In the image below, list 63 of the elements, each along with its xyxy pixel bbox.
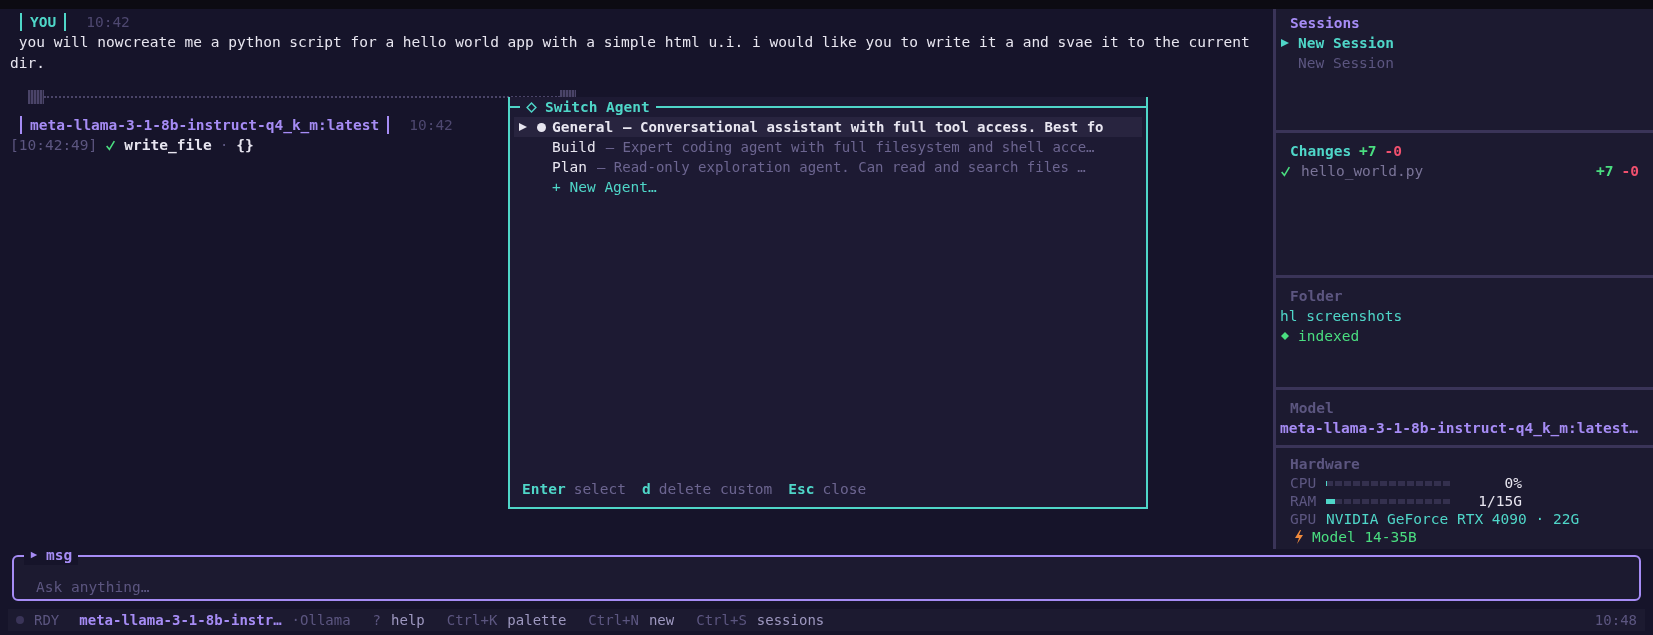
status-dot-icon (16, 616, 24, 624)
status-state: RDY (34, 612, 60, 628)
pointer-icon (30, 551, 38, 559)
removed-count: -0 (1621, 162, 1639, 181)
model-name: meta-llama-3-1-8b-instruct-q4_k_m:latest… (1280, 419, 1639, 438)
agent-item[interactable]: Build — Expert coding agent with full filesystem and shell acce… (514, 137, 1142, 157)
tool-args: {} (236, 136, 254, 155)
status-time: 10:48 (1594, 612, 1637, 628)
folder-name: hl screenshots (1280, 307, 1404, 326)
tool-separator: · (219, 136, 229, 155)
shortcut-key: d (642, 481, 651, 497)
shortcut-key: ? (372, 612, 382, 628)
new-agent-link[interactable]: + New Agent… (514, 177, 1142, 197)
message-time: 10:42 (409, 116, 453, 133)
shortcut-key: Ctrl+N (588, 612, 639, 628)
meter-label: GPU (1290, 510, 1318, 528)
message-time: 10:42 (86, 13, 130, 30)
shortcut-action: close (822, 481, 867, 497)
meter-label: RAM (1290, 492, 1318, 510)
session-item[interactable]: New Session (1280, 33, 1653, 53)
file-name[interactable]: hello_world.py (1301, 161, 1589, 181)
message-text: you will nowcreate me a python script for a hello world app with a simple html u.i. i would like you to write it a and svae it to the current dir. (10, 33, 1251, 73)
gpu-name: NVIDIA GeForce RTX 4090 · 22G (1326, 510, 1580, 528)
check-icon (1280, 165, 1291, 177)
section-title: Sessions (1289, 14, 1361, 33)
message-author: YOU (20, 12, 67, 31)
diamond-icon (526, 101, 537, 113)
shortcut-action: delete custom (658, 481, 773, 497)
pointer-icon (1280, 38, 1290, 48)
diamond-icon (1280, 331, 1290, 341)
shortcut-action: help (391, 612, 425, 628)
added-count: +7 (1596, 162, 1614, 181)
tool-name: write_file (124, 136, 212, 155)
shortcut-action: new (648, 612, 675, 628)
model-tier-label: Model 14-35B (1312, 528, 1417, 546)
section-title: Hardware (1289, 455, 1361, 474)
status-provider: ·Ollama (291, 612, 351, 628)
removed-count: -0 (1384, 142, 1403, 161)
section-title: Folder (1289, 287, 1344, 306)
added-count: +7 (1359, 142, 1377, 161)
shortcut-action: palette (507, 612, 567, 628)
section-title: Model (1289, 399, 1335, 418)
shortcut-action: select (573, 481, 627, 497)
shortcut-key: Ctrl+K (446, 612, 498, 628)
meter-reading: 1/15G (1477, 492, 1522, 510)
agent-item[interactable]: General — Conversational assistant with full tool access. Best fo (514, 117, 1142, 137)
index-status: indexed (1298, 327, 1360, 346)
shortcut-action: sessions (756, 612, 825, 628)
pointer-icon (518, 122, 528, 132)
message-author: meta-llama-3-1-8b-instruct-q4_k_m:latest (20, 115, 390, 134)
agent-item[interactable]: Plan — Read-only exploration agent. Can read and search files … (514, 157, 1142, 177)
active-dot-icon (536, 122, 546, 132)
meter-reading: 0% (1503, 474, 1522, 492)
message-input[interactable]: Ask anything… (36, 579, 1639, 595)
shortcut-key: Ctrl+S (696, 612, 747, 628)
section-title: Changes (1290, 142, 1352, 161)
status-model: meta-llama-3-1-8b-instr… (79, 612, 282, 628)
tool-timestamp: [10:42:49] (10, 136, 98, 155)
lightning-icon (1294, 530, 1304, 544)
shortcut-key: Enter (522, 481, 566, 497)
shortcut-key: Esc (788, 481, 815, 497)
dialog-title: Switch Agent (545, 98, 650, 117)
meter-label: CPU (1290, 474, 1318, 492)
